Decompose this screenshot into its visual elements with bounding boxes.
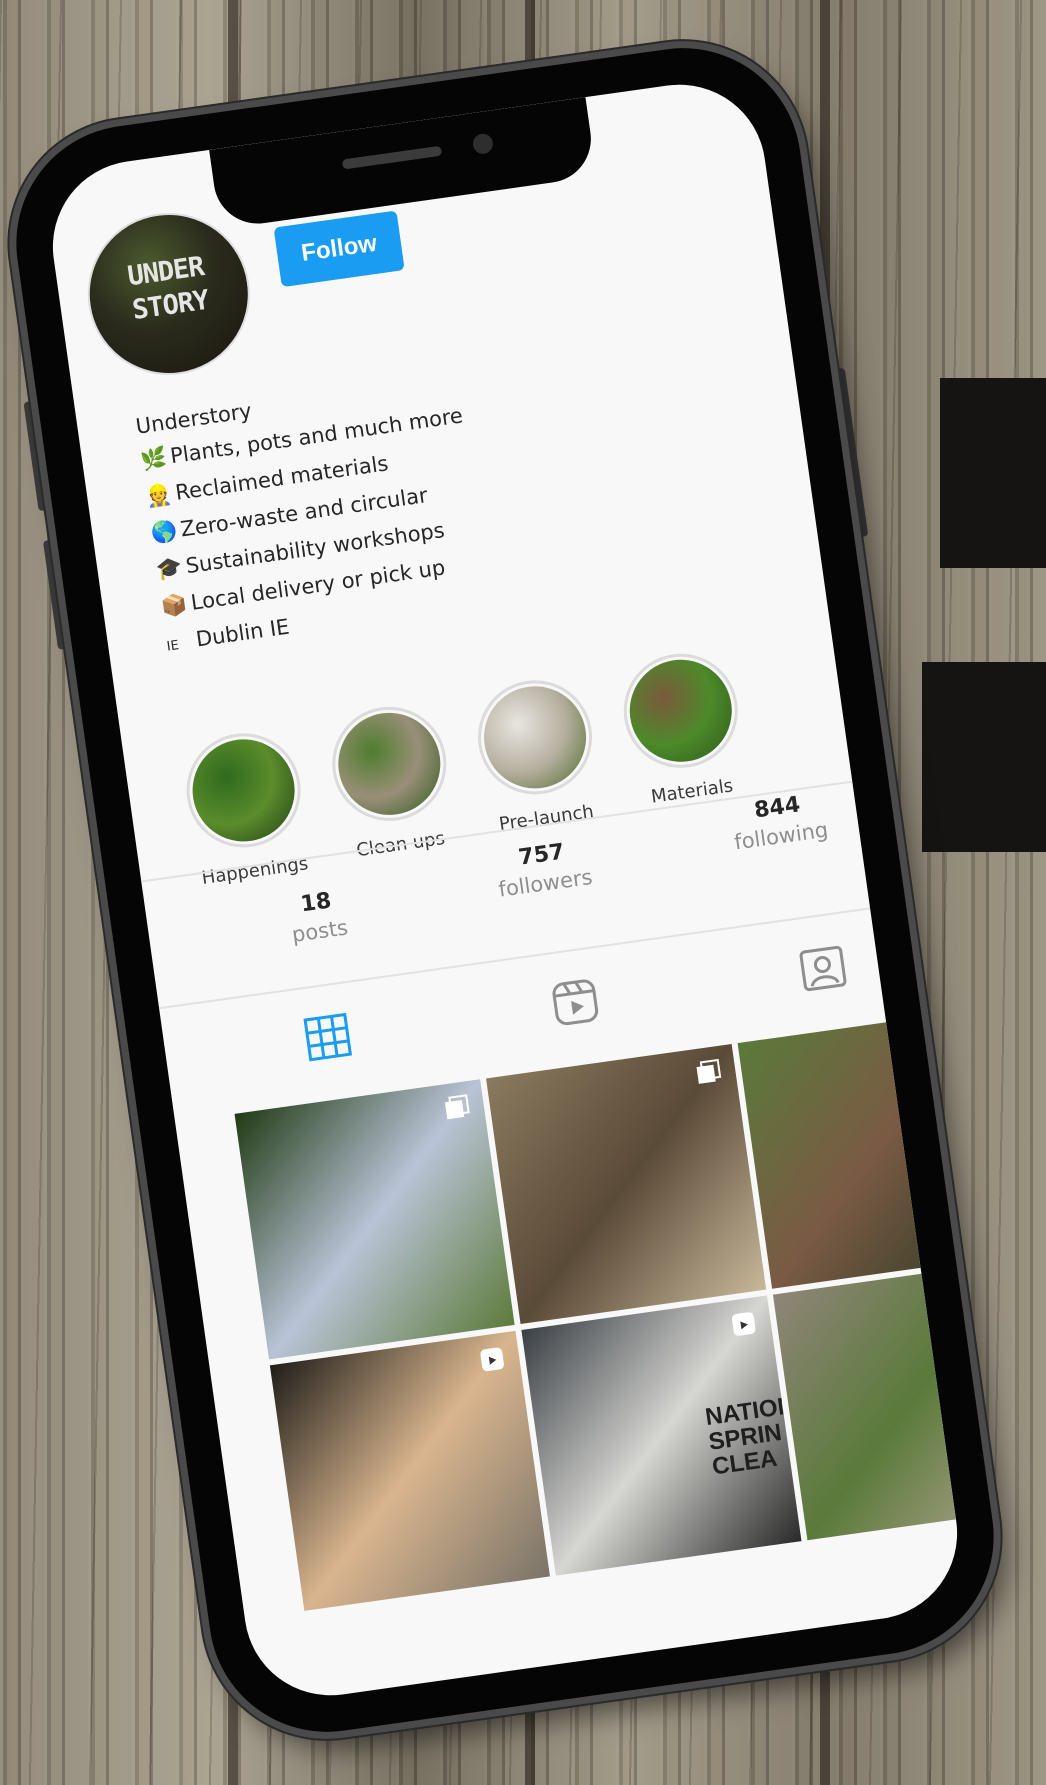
camera-icon	[471, 132, 495, 156]
post-thumbnail[interactable]	[234, 1079, 515, 1360]
reels-tab[interactable]	[549, 976, 601, 1028]
carousel-icon	[696, 1058, 722, 1084]
speaker-icon	[341, 145, 443, 170]
highlight-materials[interactable]: Materials	[611, 646, 755, 811]
highlight-ring	[616, 646, 746, 776]
tagged-tab[interactable]	[797, 942, 849, 994]
tagged-user-icon	[799, 945, 847, 992]
reels-icon	[552, 979, 599, 1026]
highlight-cover	[477, 679, 593, 795]
avatar-logo-text: UNDER STORY	[125, 251, 211, 327]
reels-icon	[731, 1312, 756, 1336]
reels-icon	[480, 1347, 504, 1372]
carousel-icon	[444, 1094, 470, 1120]
post-thumbnail[interactable]: NATION SPRIN CLEA	[521, 1295, 802, 1576]
avatar[interactable]: UNDER STORY	[77, 202, 261, 386]
highlight-pre-launch[interactable]: Pre-launch	[466, 672, 610, 837]
profile-bio: Understory 🌿Plants, pots and much more 👷…	[134, 343, 684, 666]
background-dark-panel	[940, 378, 1046, 568]
post-thumbnail[interactable]	[486, 1043, 767, 1325]
post-overlay-text: NATION SPRIN CLEA	[703, 1391, 797, 1481]
highlight-ring	[179, 726, 308, 855]
highlight-cover	[331, 706, 447, 822]
background-dark-panel	[922, 662, 1046, 852]
post-thumbnail[interactable]	[269, 1330, 550, 1611]
highlight-cover	[185, 732, 302, 849]
posts-grid-tab[interactable]	[302, 1011, 354, 1063]
phone-mockup: UNDER STORY understory_ie Follow Underst…	[1, 32, 1009, 1748]
posts-count: 18 posts	[215, 877, 420, 957]
grid-icon	[303, 1012, 353, 1062]
highlight-cover	[623, 653, 739, 769]
highlight-ring	[324, 699, 454, 829]
highlight-ring	[470, 672, 600, 802]
followers-count[interactable]: 757 followers	[441, 829, 646, 909]
follow-button[interactable]: Follow	[273, 210, 405, 288]
